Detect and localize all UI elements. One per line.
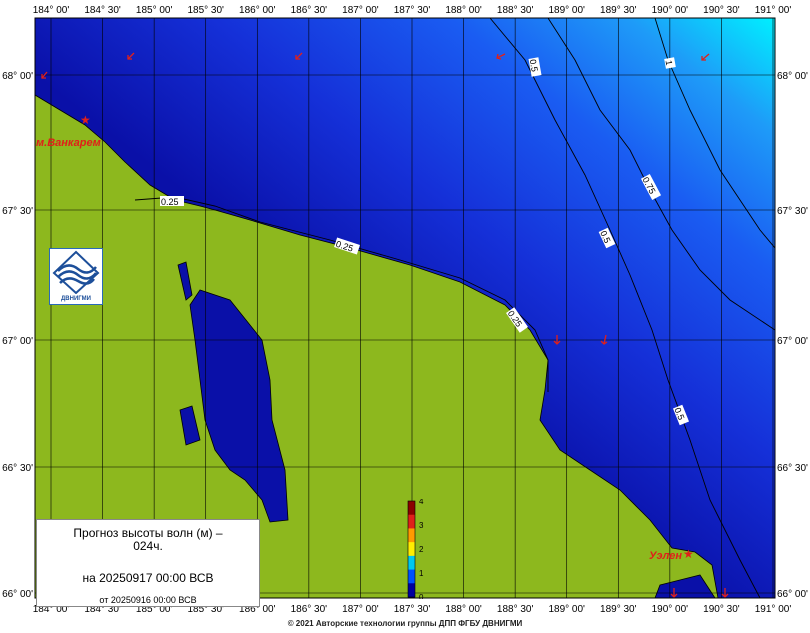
lon-tick-label: 190° 30' (703, 604, 740, 615)
forecast-valid-date: на 20250917 00:00 ВСВ (82, 571, 214, 585)
legend-color-swatch (408, 501, 415, 516)
lon-tick-label: 189° 00' (548, 604, 585, 615)
contour-label-025-a: 0.25 (161, 197, 179, 207)
lat-tick-label: 67° 00' (777, 336, 808, 347)
legend-tick-label: 4 (419, 499, 424, 506)
lon-tick-label: 186° 30' (291, 5, 328, 16)
lat-tick-label: 66° 30' (777, 463, 808, 474)
lon-tick-label: 187° 00' (342, 604, 379, 615)
legend-color-swatch (408, 528, 415, 543)
lon-tick-label: 187° 00' (342, 5, 379, 16)
lon-tick-label: 190° 00' (652, 5, 689, 16)
dvnigmi-logo: ДВНИГМИ (49, 248, 103, 305)
legend-tick-labels: 4 3 2 1 0 (419, 499, 424, 599)
forecast-base-date: от 20250916 00:00 ВСВ (99, 595, 197, 605)
lat-tick-label: 68° 00' (2, 71, 33, 82)
lon-tick-label: 184° 00' (33, 5, 70, 16)
lon-tick-label: 190° 00' (652, 604, 689, 615)
lon-labels-top: 184° 00' 184° 30' 185° 00' 185° 30' 186° 00'… (33, 5, 792, 16)
lon-tick-label: 186° 00' (239, 5, 276, 16)
contour-label-05-a: 0.5 (528, 58, 540, 72)
lon-tick-label: 189° 30' (600, 604, 637, 615)
legend-tick-label: 2 (419, 545, 424, 554)
legend-tick-label: 3 (419, 521, 424, 530)
lat-labels-left: 68° 00' 67° 30' 67° 00' 66° 30' 66° 00' (2, 71, 33, 600)
place-label-uelen[interactable]: Уэлен (649, 550, 682, 562)
lon-tick-label: 187° 30' (394, 5, 431, 16)
lon-tick-label: 188° 00' (445, 604, 482, 615)
star-icon: ★ (80, 113, 91, 127)
lon-tick-label: 188° 30' (497, 604, 534, 615)
lat-labels-right: 68° 00' 67° 30' 67° 00' 66° 30' 66° 00' (777, 71, 808, 600)
place-label-vankarem[interactable]: м.Ванкарем (36, 137, 101, 149)
lat-tick-label: 66° 00' (2, 589, 33, 600)
logo-emblem-icon (52, 250, 100, 295)
lon-tick-label: 185° 00' (136, 5, 173, 16)
lon-tick-label: 191° 00' (755, 5, 792, 16)
lon-tick-label: 190° 30' (703, 5, 740, 16)
lon-tick-label: 188° 30' (497, 5, 534, 16)
lon-tick-label: 191° 00' (755, 604, 792, 615)
forecast-title-line2: 024ч. (133, 539, 163, 553)
lon-tick-label: 187° 30' (394, 604, 431, 615)
star-icon: ★ (683, 547, 694, 561)
legend-color-swatch (408, 555, 415, 571)
logo-text: ДВНИГМИ (61, 296, 91, 302)
legend-color-bars (408, 501, 415, 598)
legend-color-swatch (408, 514, 415, 529)
forecast-info-box: Прогноз высоты волн (м) – 024ч. на 20250… (36, 519, 260, 607)
lon-tick-label: 186° 30' (291, 604, 328, 615)
legend-tick-label: 1 (419, 569, 424, 578)
lat-tick-label: 67° 00' (2, 336, 33, 347)
lon-tick-label: 189° 00' (548, 5, 585, 16)
copyright-footer: © 2021 Авторские технологии группы ДПП Ф… (287, 619, 523, 628)
lat-tick-label: 66° 30' (2, 463, 33, 474)
lon-tick-label: 189° 30' (600, 5, 637, 16)
legend-tick-label: 0 (419, 593, 424, 599)
lat-tick-label: 67° 30' (777, 206, 808, 217)
legend-color-swatch (408, 583, 415, 598)
legend-color-swatch (408, 569, 415, 584)
lat-tick-label: 68° 00' (777, 71, 808, 82)
lon-tick-label: 188° 00' (445, 5, 482, 16)
forecast-title: Прогноз высоты волн (м) – 024ч. (37, 527, 259, 553)
legend-color-swatch (408, 542, 415, 557)
lat-tick-label: 67° 30' (2, 206, 33, 217)
color-scale-legend: 4 3 2 1 0 (407, 499, 424, 599)
lat-tick-label: 66° 00' (777, 589, 808, 600)
lon-tick-label: 184° 30' (84, 5, 121, 16)
lon-tick-label: 185° 30' (187, 5, 224, 16)
